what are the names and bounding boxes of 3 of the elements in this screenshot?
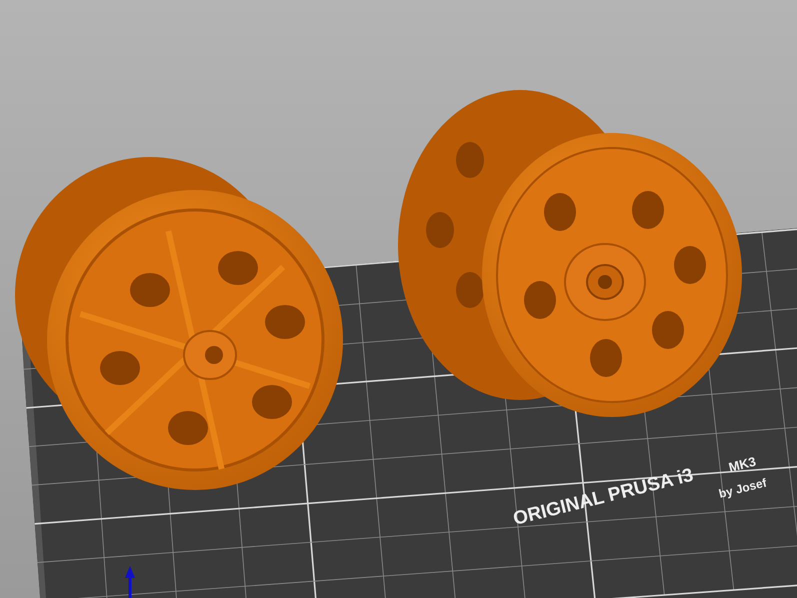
z-axis-arrow: [125, 566, 135, 598]
bed-credit-label: by Josef: [717, 476, 768, 501]
bed-model-label: MK3: [727, 454, 758, 475]
